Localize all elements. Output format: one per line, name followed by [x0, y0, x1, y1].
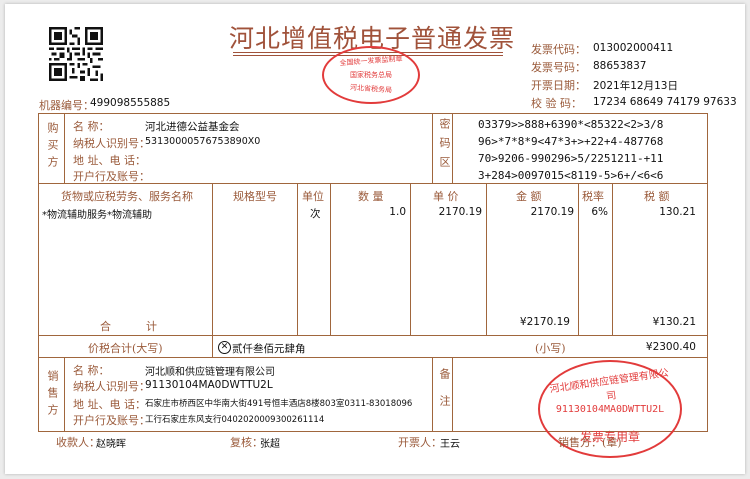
stamp-mid-text: 国家税务总局: [350, 71, 392, 79]
cipher-label-divider: [452, 113, 453, 184]
seller-address-label: 地 址、电 话：: [73, 398, 146, 411]
col-header-qty: 数 量: [358, 190, 384, 203]
seller-tax-id: 91130104MA0DWTTU2L: [145, 379, 273, 391]
remark-label: 备注: [438, 368, 451, 422]
invoice-code: 013002000411: [593, 42, 674, 54]
cipher-line-2: 96>*7*8*9<47*3+>+22+4-487768: [478, 135, 664, 148]
cross-circle-icon: ✕: [218, 341, 231, 354]
seller-section-label: 销售方: [46, 370, 59, 421]
col-header-spec: 规格型号: [233, 190, 277, 203]
item-name: *物流辅助服务*物流辅助: [42, 210, 152, 221]
item-price: 2170.19: [438, 206, 482, 218]
issuer-name: 王云: [440, 439, 460, 450]
col-divider-unit: [297, 183, 298, 335]
col-header-rate: 税率: [582, 190, 604, 203]
buyer-name: 河北进德公益基金会: [145, 121, 240, 133]
issuer-label: 开票人：: [398, 436, 442, 449]
item-qty: 1.0: [389, 206, 406, 218]
payee-label: 收款人：: [56, 436, 100, 449]
col-divider-amount: [486, 183, 487, 335]
subtotal-label: 合 计: [100, 320, 157, 333]
stamp-top-text: 全国统一发票监制章: [339, 54, 403, 68]
stamp-bottom-text: 河北省税务局: [349, 83, 393, 95]
reviewer-name: 张超: [260, 439, 280, 450]
seller-stamp-code: 91130104MA0DWTTU2L: [555, 404, 665, 415]
seller-bank-label: 开户行及账号：: [73, 414, 150, 427]
col-divider-qty: [330, 183, 331, 335]
buyer-label-divider: [64, 113, 65, 184]
total-label: 价税合计(大写): [88, 342, 163, 355]
buyer-tax-id: 53130000576753890X0: [145, 136, 261, 147]
col-header-price: 单 价: [433, 190, 459, 203]
cipher-line-4: 3+284>0097015<8119-5>6+/<6<6: [478, 169, 664, 182]
invoice-number-label: 发票号码：: [531, 61, 586, 74]
item-unit: 次: [310, 208, 321, 220]
check-code: 17234 68649 74179 97633: [593, 96, 737, 108]
buyer-section-label: 购买方: [46, 122, 59, 173]
buyer-tax-id-label: 纳税人识别号：: [73, 137, 150, 150]
invoice-date: 2021年12月13日: [593, 80, 678, 92]
cipher-line-3: 70>9206-990296>5/2251211-+11: [478, 152, 664, 165]
items-section-divider: [38, 335, 708, 336]
seller-label-divider: [64, 357, 65, 431]
reviewer-label: 复核：: [230, 436, 263, 449]
subtotal-tax: ¥130.21: [652, 316, 696, 328]
remark-left-divider: [432, 357, 433, 431]
invoice-number: 88653837: [593, 60, 647, 72]
seller-sign-label: 销售方：(章): [558, 436, 622, 449]
check-code-label: 校 验 码：: [531, 97, 582, 110]
total-upper: 贰仟叁佰元肆角: [232, 343, 306, 355]
col-divider-tax: [612, 183, 613, 335]
seller-tax-id-label: 纳税人识别号：: [73, 380, 150, 393]
invoice-code-label: 发票代码：: [531, 43, 586, 56]
machine-number: 499098555885: [90, 97, 171, 109]
qr-code: [49, 27, 103, 81]
invoice-date-label: 开票日期：: [531, 79, 586, 92]
seller-name-label: 名 称：: [73, 364, 110, 377]
seller-name: 河北顺和供应链管理有限公司: [145, 367, 275, 378]
item-tax: 130.21: [659, 206, 696, 218]
remark-label-divider: [452, 357, 453, 431]
buyer-address-label: 地 址、电 话：: [73, 154, 146, 167]
subtotal-amount: ¥2170.19: [519, 316, 570, 328]
cipher-line-1: 03379>>888+6390*<85322<2>3/8: [478, 118, 664, 131]
total-row-divider: [38, 357, 708, 358]
item-rate: 6%: [591, 206, 608, 218]
buyer-bank-label: 开户行及账号：: [73, 170, 150, 183]
col-header-tax: 税 额: [644, 190, 670, 203]
total-label-divider: [212, 335, 213, 357]
cipher-area-label: 密码区: [438, 118, 451, 175]
buyer-name-label: 名 称：: [73, 120, 110, 133]
tax-bureau-stamp: 全国统一发票监制章 国家税务总局 河北省税务局: [322, 46, 420, 104]
total-small-label: (小写): [535, 342, 566, 355]
payee-name: 赵晓晖: [96, 439, 126, 450]
cipher-left-divider: [432, 113, 433, 184]
col-header-amount: 金 额: [516, 190, 542, 203]
col-divider-spec: [212, 183, 213, 335]
seller-bank: 工行石家庄东风支行0402020009300261114: [145, 415, 325, 425]
col-header-name: 货物或应税劳务、服务名称: [61, 190, 193, 203]
item-amount: 2170.19: [530, 206, 574, 218]
col-divider-price: [410, 183, 411, 335]
col-header-unit: 单位: [302, 190, 324, 203]
machine-number-label: 机器编号：: [39, 99, 94, 112]
col-divider-rate: [578, 183, 579, 335]
seller-address: 石家庄市桥西区中华南大街491号恒丰酒店8楼803室0311-83018096: [145, 399, 413, 409]
total-small: ¥2300.40: [645, 341, 696, 353]
